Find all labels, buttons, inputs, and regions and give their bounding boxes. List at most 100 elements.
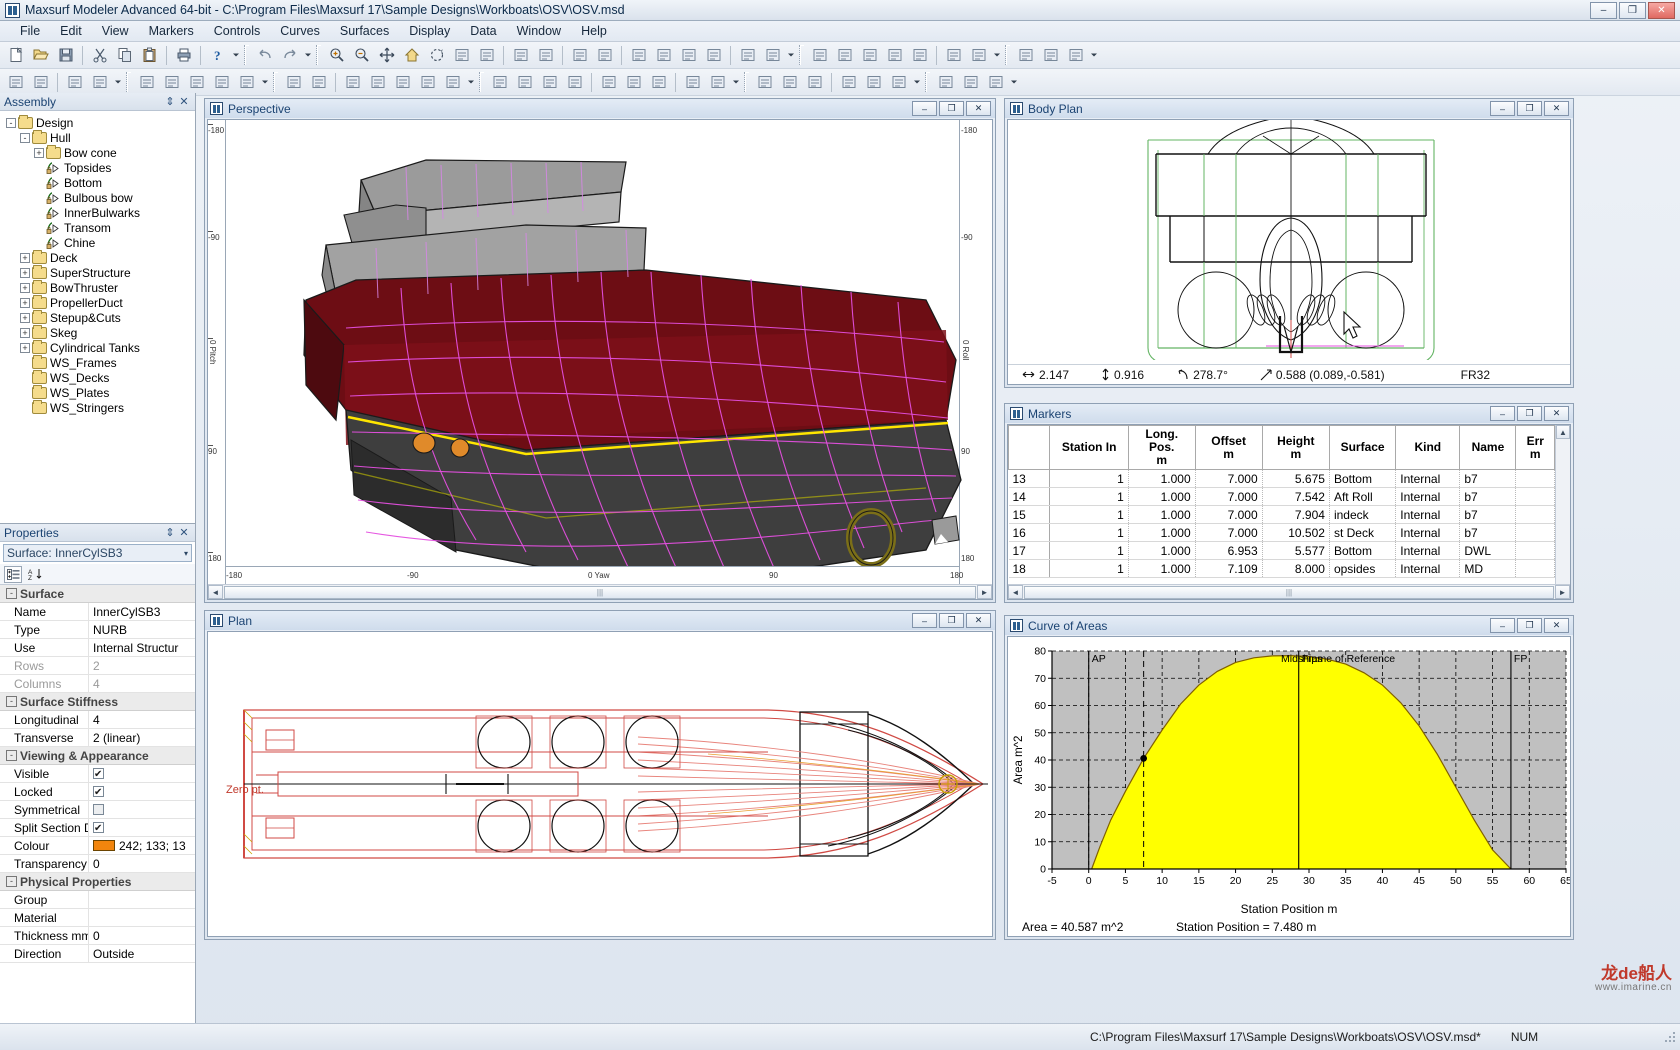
tree-item-bowthruster[interactable]: +BowThruster bbox=[6, 280, 195, 295]
menu-item-display[interactable]: Display bbox=[399, 22, 460, 40]
property-value[interactable] bbox=[88, 819, 195, 837]
property-value[interactable]: 2 bbox=[88, 657, 195, 675]
zoom-window-icon[interactable] bbox=[450, 44, 473, 66]
group-icon[interactable] bbox=[862, 71, 885, 93]
perspective-canvas[interactable]: -180-900 Pitch90180 -180-900 Roll90180 bbox=[207, 119, 993, 600]
markers-cell-surface[interactable]: Aft Roll bbox=[1329, 488, 1395, 506]
mirror-icon[interactable] bbox=[441, 71, 464, 93]
home-view-icon[interactable] bbox=[400, 44, 423, 66]
view-front-icon[interactable] bbox=[808, 44, 831, 66]
markers-cell-offset[interactable]: 7.109 bbox=[1195, 560, 1262, 578]
alphabetical-sort-button[interactable]: A Z bbox=[26, 566, 44, 583]
property-value[interactable]: 0 bbox=[88, 855, 195, 873]
copy-icon[interactable] bbox=[113, 44, 136, 66]
checkbox[interactable] bbox=[93, 804, 104, 815]
fill-surface-icon[interactable] bbox=[29, 71, 52, 93]
group-expander-icon[interactable]: - bbox=[6, 588, 17, 599]
property-value[interactable]: Internal Structur bbox=[88, 639, 195, 657]
markers-cell-station-in[interactable]: 1 bbox=[1050, 470, 1128, 488]
menu-item-curves[interactable]: Curves bbox=[270, 22, 330, 40]
cut-icon[interactable] bbox=[88, 44, 111, 66]
markers-cell-kind[interactable]: Internal bbox=[1396, 560, 1460, 578]
property-value[interactable] bbox=[88, 765, 195, 783]
curve-of-areas-canvas[interactable]: APFPFrame of ReferenceMidships0102030405… bbox=[1007, 636, 1571, 937]
markers-table-row[interactable]: 1711.0006.9535.577BottomInternalDWL bbox=[1009, 542, 1555, 560]
tree-expander-icon[interactable]: - bbox=[6, 118, 16, 128]
markers-cell-station-in[interactable]: 1 bbox=[1050, 560, 1128, 578]
property-group-surface[interactable]: -Surface bbox=[0, 585, 195, 603]
markers-cell-kind[interactable]: Internal bbox=[1396, 488, 1460, 506]
tree-expander-icon[interactable]: + bbox=[20, 253, 30, 263]
property-row-material[interactable]: Material bbox=[0, 909, 195, 927]
extend-icon[interactable] bbox=[416, 71, 439, 93]
property-row-group[interactable]: Group bbox=[0, 891, 195, 909]
toolbar-dropdown-arrow[interactable] bbox=[991, 44, 1002, 66]
markers-cell-err[interactable] bbox=[1516, 470, 1555, 488]
property-row-longitudinal[interactable]: Longitudinal4 bbox=[0, 711, 195, 729]
light-icon[interactable] bbox=[942, 44, 965, 66]
toolbar-dropdown-arrow[interactable] bbox=[465, 71, 476, 93]
markers-column-header[interactable]: Errm bbox=[1516, 426, 1555, 470]
scroll-left-arrow[interactable]: ◄ bbox=[1008, 585, 1023, 599]
maximize-button[interactable]: ❐ bbox=[1517, 618, 1542, 633]
tree-expander-icon[interactable]: + bbox=[20, 343, 30, 353]
close-button[interactable]: ✕ bbox=[966, 101, 991, 116]
markers-cell-long-pos[interactable]: 1.000 bbox=[1128, 470, 1195, 488]
stability-icon[interactable] bbox=[803, 71, 826, 93]
markers-column-header[interactable]: Surface bbox=[1329, 426, 1395, 470]
markers-column-header[interactable]: Heightm bbox=[1262, 426, 1329, 470]
property-row-symmetrical[interactable]: Symmetrical bbox=[0, 801, 195, 819]
layer-icon[interactable] bbox=[837, 71, 860, 93]
markers-hscrollbar[interactable]: ◄ ||| ► bbox=[1008, 584, 1570, 599]
tree-expander-icon[interactable]: + bbox=[20, 313, 30, 323]
pin-icon[interactable]: ⇕ bbox=[163, 95, 177, 108]
tree-expander-icon[interactable]: + bbox=[20, 268, 30, 278]
menu-item-help[interactable]: Help bbox=[571, 22, 617, 40]
markers-table-row[interactable]: 1511.0007.0007.904indeckInternalb7 bbox=[1009, 506, 1555, 524]
scroll-up-arrow[interactable]: ▲ bbox=[1556, 425, 1570, 439]
markers-cell-long-pos[interactable]: 1.000 bbox=[1128, 488, 1195, 506]
property-value[interactable]: 242; 133; 13 bbox=[88, 837, 195, 855]
tree-item-ws-decks[interactable]: WS_Decks bbox=[6, 370, 195, 385]
toolbar-dropdown-arrow[interactable] bbox=[1088, 44, 1099, 66]
toolbar-dropdown-arrow[interactable] bbox=[911, 71, 922, 93]
close-button[interactable]: ✕ bbox=[1648, 2, 1675, 19]
property-row-transparency[interactable]: Transparency0 bbox=[0, 855, 195, 873]
markers-column-header[interactable]: Name bbox=[1460, 426, 1516, 470]
markers-cell-kind[interactable]: Internal bbox=[1396, 542, 1460, 560]
markers-column-header[interactable]: Kind bbox=[1396, 426, 1460, 470]
menu-item-surfaces[interactable]: Surfaces bbox=[330, 22, 399, 40]
tree-expander-icon[interactable]: + bbox=[20, 283, 30, 293]
property-group-surface-stiffness[interactable]: -Surface Stiffness bbox=[0, 693, 195, 711]
plan-canvas[interactable]: Zero pt. bbox=[207, 631, 993, 937]
toolbar-dropdown-arrow[interactable] bbox=[302, 44, 313, 66]
categorized-view-button[interactable] bbox=[4, 566, 22, 583]
minimize-button[interactable]: – bbox=[1590, 2, 1617, 19]
table-icon[interactable] bbox=[681, 71, 704, 93]
toolbar-grip[interactable] bbox=[273, 72, 278, 92]
markers-cell-height[interactable]: 10.502 bbox=[1262, 524, 1329, 542]
group-expander-icon[interactable]: - bbox=[6, 876, 17, 887]
marker-delete-icon[interactable] bbox=[647, 71, 670, 93]
new-file-icon[interactable] bbox=[4, 44, 27, 66]
markers-column-header[interactable] bbox=[1009, 426, 1050, 470]
tree-item-cylindrical-tanks[interactable]: +Cylindrical Tanks bbox=[6, 340, 195, 355]
property-value[interactable] bbox=[88, 783, 195, 801]
markers-vscrollbar[interactable]: ▲ ▼ bbox=[1555, 425, 1570, 599]
markers-table-area[interactable]: Station InLong.Pos.mOffsetmHeightmSurfac… bbox=[1007, 424, 1571, 600]
view-right-icon[interactable] bbox=[858, 44, 881, 66]
property-value[interactable]: 4 bbox=[88, 675, 195, 693]
spline-icon[interactable] bbox=[135, 71, 158, 93]
save-icon[interactable] bbox=[54, 44, 77, 66]
edit-curve-icon[interactable] bbox=[4, 71, 27, 93]
tree-item-skeg[interactable]: +Skeg bbox=[6, 325, 195, 340]
property-value[interactable] bbox=[88, 909, 195, 927]
menu-item-file[interactable]: File bbox=[10, 22, 50, 40]
toolbar-dropdown-arrow[interactable] bbox=[259, 71, 270, 93]
waterline-icon[interactable] bbox=[1064, 44, 1087, 66]
menu-item-markers[interactable]: Markers bbox=[139, 22, 204, 40]
markers-table-row[interactable]: 1311.0007.0005.675BottomInternalb7 bbox=[1009, 470, 1555, 488]
paint-icon[interactable] bbox=[307, 71, 330, 93]
property-group-physical-properties[interactable]: -Physical Properties bbox=[0, 873, 195, 891]
property-row-transverse[interactable]: Transverse2 (linear) bbox=[0, 729, 195, 747]
